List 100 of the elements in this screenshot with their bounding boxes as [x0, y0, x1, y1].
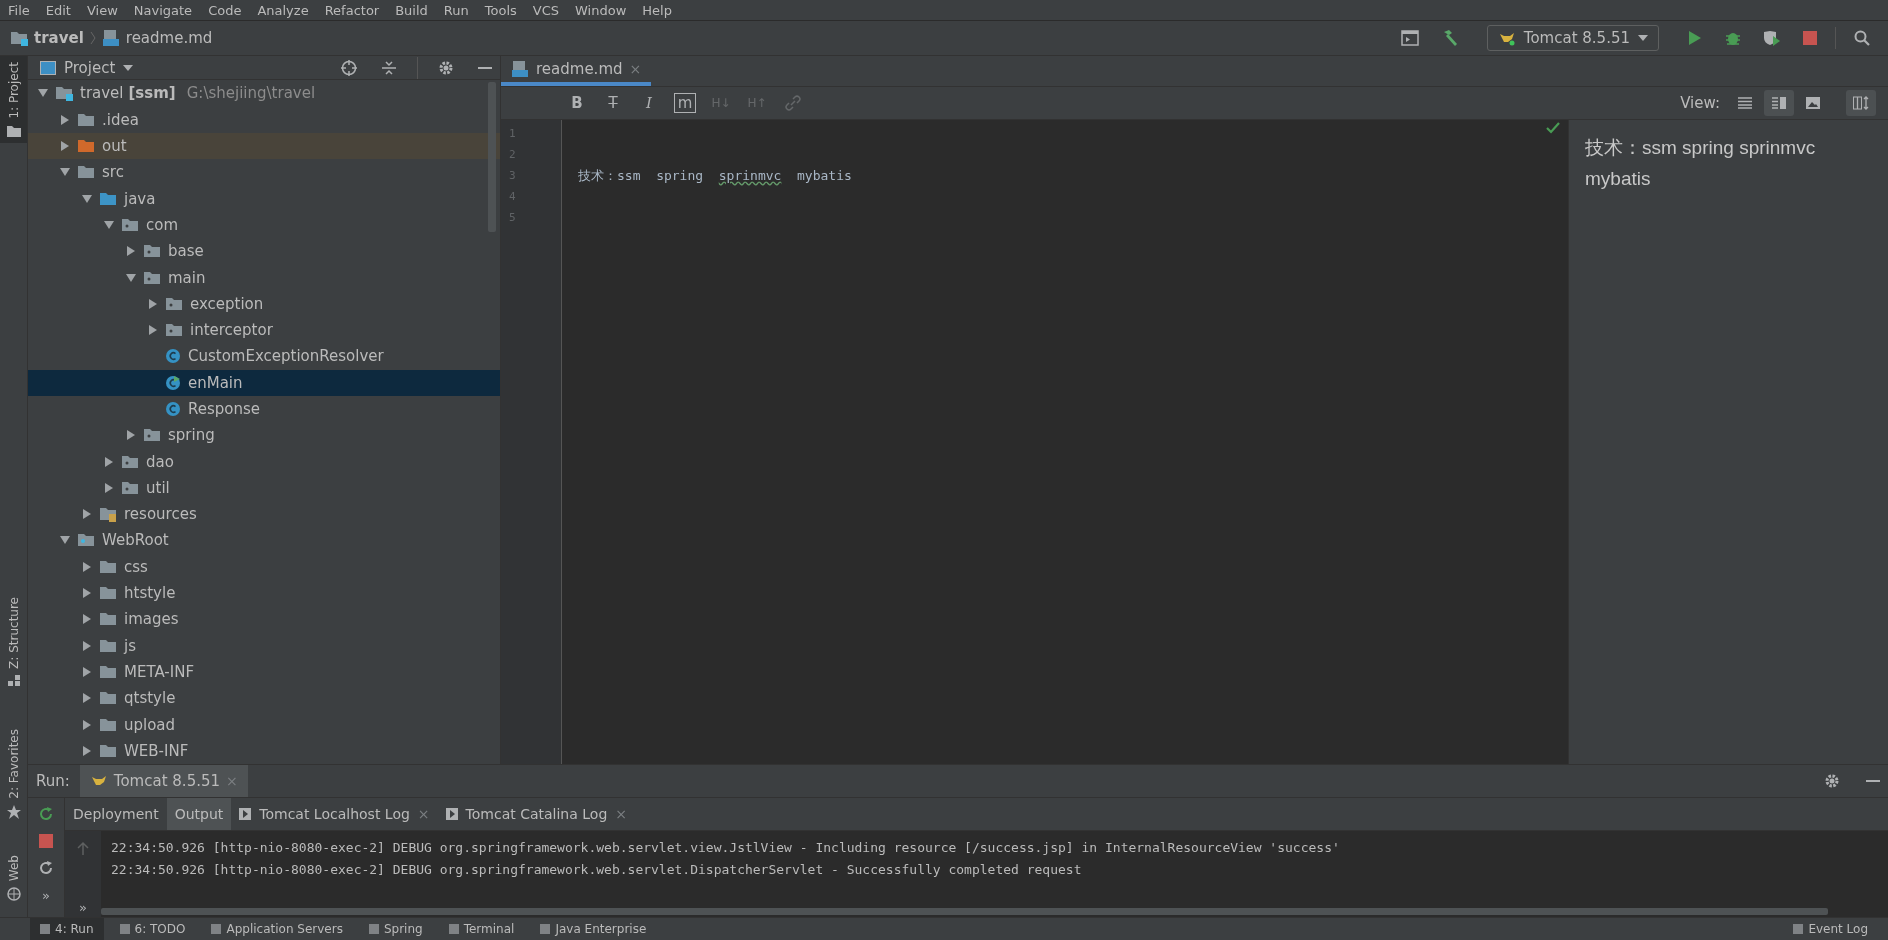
expanded-arrow-icon[interactable]	[60, 535, 70, 546]
collapsed-arrow-icon[interactable]	[82, 666, 92, 677]
menu-item[interactable]: Run	[443, 2, 469, 18]
tool-window-tab[interactable]: Z: Structure	[0, 591, 27, 694]
collapsed-arrow-icon[interactable]	[148, 298, 158, 309]
more-button[interactable]: »	[42, 888, 50, 903]
collapsed-arrow-icon[interactable]	[82, 509, 92, 520]
expanded-arrow-icon[interactable]	[82, 193, 92, 204]
menu-item[interactable]: View	[86, 2, 118, 18]
scrollbar[interactable]	[101, 908, 1828, 915]
menu-item[interactable]: Code	[208, 2, 242, 18]
collapsed-arrow-icon[interactable]	[60, 141, 70, 151]
collapsed-arrow-icon[interactable]	[82, 614, 92, 625]
format-button[interactable]: B	[562, 94, 592, 112]
tree-item[interactable]: enMain	[28, 369, 500, 396]
minimize-icon[interactable]	[1866, 779, 1880, 783]
panel-title[interactable]: Project	[64, 58, 116, 77]
tool-window-button[interactable]: Terminal	[438, 918, 525, 940]
search-icon[interactable]	[1854, 30, 1870, 46]
tool-window-button[interactable]: 6: TODO	[109, 918, 196, 940]
menu-item[interactable]: Window	[575, 2, 627, 18]
tree-item[interactable]: util	[28, 474, 500, 502]
menu-item[interactable]: Navigate	[133, 2, 193, 18]
settings-icon[interactable]	[1824, 773, 1840, 789]
tree-item[interactable]: WEB-INF	[28, 737, 500, 764]
terminal-icon[interactable]	[1400, 30, 1419, 46]
format-button[interactable]: m	[674, 93, 696, 113]
tree-item[interactable]: dao	[28, 448, 500, 475]
tree-item[interactable]: CustomExceptionResolver	[28, 343, 500, 370]
tool-window-tab[interactable]: 2: Favorites	[0, 723, 27, 825]
menu-item[interactable]: File	[8, 2, 30, 18]
output-tab[interactable]: Tomcat Localhost Log ×	[231, 798, 438, 830]
collapsed-arrow-icon[interactable]	[82, 693, 92, 704]
menu-item[interactable]: Analyze	[257, 2, 309, 18]
rerun-icon[interactable]	[38, 806, 54, 822]
tree-item[interactable]: .idea	[28, 106, 500, 133]
tree-item[interactable]: htstyle	[28, 579, 500, 607]
locate-icon[interactable]	[341, 59, 357, 76]
collapsed-arrow-icon[interactable]	[126, 246, 136, 257]
collapsed-arrow-icon[interactable]	[82, 745, 92, 756]
tool-window-button[interactable]: Spring	[358, 918, 433, 940]
breadcrumb-item[interactable]: readme.md	[125, 29, 213, 47]
tree-item[interactable]: interceptor	[28, 316, 500, 344]
tree-item[interactable]: Response	[28, 395, 500, 423]
view-mode-button[interactable]	[1764, 90, 1794, 116]
coverage-icon[interactable]	[1763, 30, 1781, 46]
tree-item[interactable]: travel [ssm] G:\shejiing\travel	[28, 80, 500, 107]
run-configuration-dropdown[interactable]: Tomcat 8.5.51	[1486, 25, 1659, 51]
menu-item[interactable]: Refactor	[324, 2, 380, 18]
settings-icon[interactable]	[438, 59, 454, 76]
collapsed-arrow-icon[interactable]	[60, 114, 70, 125]
output-tab[interactable]: Output	[166, 798, 232, 830]
expanded-arrow-icon[interactable]	[126, 272, 136, 283]
menu-item[interactable]: Build	[395, 2, 428, 18]
tree-item[interactable]: META-INF	[28, 658, 500, 686]
collapsed-arrow-icon[interactable]	[82, 640, 92, 651]
tree-item[interactable]: com	[28, 211, 500, 239]
collapsed-arrow-icon[interactable]	[104, 456, 114, 467]
dropdown-caret-icon[interactable]	[123, 64, 134, 71]
scrollbar[interactable]	[488, 82, 496, 233]
output-tab[interactable]: Tomcat Catalina Log ×	[437, 798, 635, 830]
tree-item[interactable]: out	[28, 132, 500, 160]
expanded-arrow-icon[interactable]	[38, 88, 48, 99]
collapsed-arrow-icon[interactable]	[126, 430, 136, 441]
tree-item[interactable]: WebRoot	[28, 527, 500, 554]
tool-window-button[interactable]: Event Log	[1783, 918, 1878, 940]
expanded-arrow-icon[interactable]	[60, 167, 70, 178]
tree-item[interactable]: src	[28, 159, 500, 186]
format-button[interactable]: T	[598, 94, 628, 112]
tree-item[interactable]: exception	[28, 290, 500, 317]
tree-item[interactable]: qtstyle	[28, 685, 500, 712]
run-icon[interactable]	[1687, 30, 1703, 46]
expanded-arrow-icon[interactable]	[104, 219, 114, 230]
rerun-icon[interactable]	[38, 860, 54, 876]
tool-window-button[interactable]: 4: Run	[30, 918, 104, 940]
menu-item[interactable]: Tools	[484, 2, 517, 18]
tree-item[interactable]: css	[28, 553, 500, 580]
tree-item[interactable]: upload	[28, 711, 500, 738]
sync-scroll-button[interactable]	[1846, 90, 1876, 116]
tree-item[interactable]: images	[28, 606, 500, 633]
menu-item[interactable]: Edit	[45, 2, 71, 18]
menu-item[interactable]: Help	[642, 2, 672, 18]
tool-window-tab[interactable]: Web	[0, 848, 27, 907]
collapsed-arrow-icon[interactable]	[104, 482, 114, 493]
collapsed-arrow-icon[interactable]	[82, 588, 92, 599]
tree-item[interactable]: java	[28, 185, 500, 212]
tree-item[interactable]: resources	[28, 501, 500, 528]
tool-window-button[interactable]: Application Servers	[201, 918, 353, 940]
output-tab[interactable]: Deployment	[65, 798, 167, 830]
tool-window-tab[interactable]: 1: Project	[0, 56, 27, 143]
tree-item[interactable]: js	[28, 632, 500, 659]
collapse-all-icon[interactable]	[381, 59, 397, 76]
debug-icon[interactable]	[1725, 30, 1741, 46]
more-button[interactable]: »	[79, 900, 87, 915]
run-tab[interactable]: Tomcat 8.5.51 ×	[79, 765, 248, 797]
menu-item[interactable]: VCS	[532, 2, 560, 18]
collapsed-arrow-icon[interactable]	[82, 719, 92, 730]
collapsed-arrow-icon[interactable]	[148, 325, 158, 336]
collapsed-arrow-icon[interactable]	[82, 561, 92, 572]
tree-item[interactable]: spring	[28, 422, 500, 449]
